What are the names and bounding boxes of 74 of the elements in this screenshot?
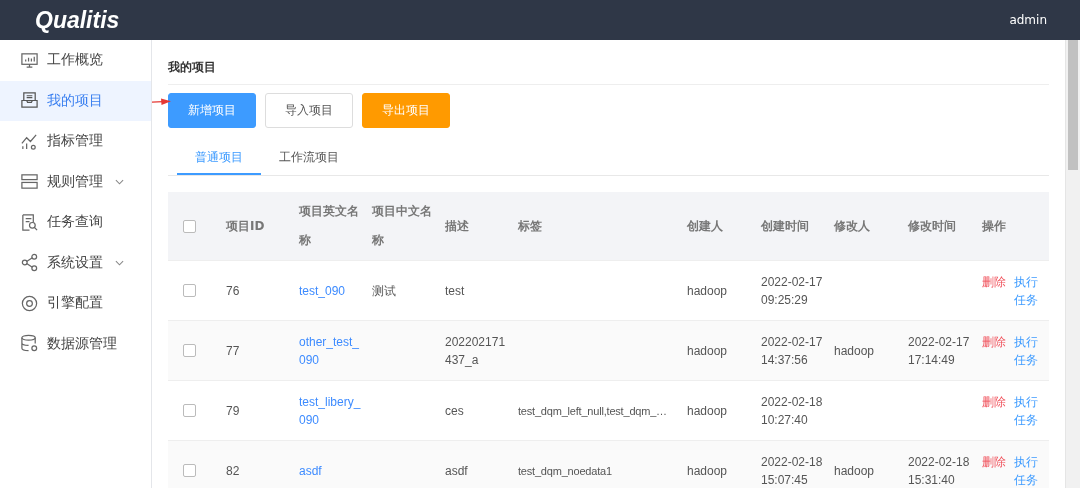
table-cell-text: 2022-02-17 09:25:29 bbox=[761, 273, 824, 309]
column-header: 操作 bbox=[982, 217, 1006, 235]
table-cell-text: 2022-02-17 17:14:49 bbox=[908, 333, 971, 369]
project-link[interactable]: asdf bbox=[299, 461, 322, 480]
table-cell-text: ces bbox=[445, 402, 464, 420]
project-button[interactable]: 导出项目 bbox=[362, 93, 450, 128]
engine-icon bbox=[20, 293, 39, 313]
table-cell-text: hadoop bbox=[687, 462, 728, 480]
checkbox[interactable] bbox=[183, 219, 196, 233]
delete-link[interactable]: 删除 bbox=[982, 392, 1006, 411]
table-cell-text: hadoop bbox=[687, 342, 728, 360]
sidebar-item[interactable]: 任务查询 bbox=[0, 202, 151, 243]
checkbox[interactable] bbox=[183, 344, 196, 357]
delete-link[interactable]: 删除 bbox=[982, 332, 1006, 351]
checkbox[interactable] bbox=[183, 284, 196, 297]
page-title: 我的项目 bbox=[168, 40, 1049, 85]
table-cell-text: 测试 bbox=[372, 282, 396, 300]
sidebar-item[interactable]: 我的项目 bbox=[0, 80, 151, 121]
table-cell-text: 77 bbox=[226, 342, 240, 360]
sidebar-item[interactable]: 指标管理 bbox=[0, 121, 151, 162]
table-cell-text: 202202171437_a bbox=[445, 333, 507, 369]
project-link[interactable]: test_090 bbox=[299, 281, 346, 300]
sidebar-item[interactable]: 系统设置 bbox=[0, 242, 151, 283]
sidebar-item[interactable]: 工作概览 bbox=[0, 40, 151, 81]
column-header: 标签 bbox=[518, 217, 542, 235]
table-cell-text: hadoop bbox=[687, 282, 728, 300]
share-icon bbox=[20, 253, 39, 273]
search-icon bbox=[20, 212, 39, 232]
table-cell-text: 82 bbox=[226, 462, 240, 480]
list-icon bbox=[20, 172, 39, 192]
checkbox[interactable] bbox=[183, 404, 196, 417]
column-header: 创建人 bbox=[687, 217, 723, 235]
sidebar-item[interactable]: 数据源管理 bbox=[0, 323, 151, 364]
table-cell-text: hadoop bbox=[687, 402, 728, 420]
project-link[interactable]: other_test_090 bbox=[299, 332, 365, 369]
delete-link[interactable]: 删除 bbox=[982, 452, 1006, 471]
column-header: 项目英文名称 bbox=[299, 203, 360, 249]
scrollbar[interactable] bbox=[1065, 40, 1080, 488]
logo: Qualitis bbox=[35, 6, 120, 34]
table-cell-text: 2022-02-18 15:07:45 bbox=[761, 453, 824, 488]
column-header: 修改人 bbox=[834, 217, 870, 235]
table-cell-text: 79 bbox=[226, 402, 240, 420]
run-task-link[interactable]: 执行任务 bbox=[1014, 272, 1040, 309]
inbox-icon bbox=[20, 91, 39, 111]
delete-link[interactable]: 删除 bbox=[982, 272, 1006, 291]
database-icon bbox=[20, 334, 39, 354]
table-cell-text: asdf bbox=[445, 462, 468, 480]
add-project-button[interactable]: 新增项目 bbox=[168, 93, 256, 128]
user-name[interactable]: admin bbox=[1009, 13, 1047, 27]
column-header: 创建时间 bbox=[761, 217, 809, 235]
project-link[interactable]: test_libery_090 bbox=[299, 392, 365, 429]
column-header: 修改时间 bbox=[908, 217, 956, 235]
run-task-link[interactable]: 执行任务 bbox=[1014, 452, 1040, 488]
tab[interactable]: 工作流项目 bbox=[261, 144, 357, 175]
monitor-icon bbox=[20, 50, 39, 70]
column-header: 项目中文名称 bbox=[372, 203, 433, 249]
project-button[interactable]: 导入项目 bbox=[265, 93, 353, 128]
table-cell-text: 2022-02-18 10:27:40 bbox=[761, 393, 824, 429]
run-task-link[interactable]: 执行任务 bbox=[1014, 332, 1040, 369]
run-task-link[interactable]: 执行任务 bbox=[1014, 392, 1040, 429]
table-cell-text: test bbox=[445, 282, 465, 300]
tab[interactable]: 普通项目 bbox=[177, 144, 261, 175]
table-cell-text: test_dqm_left_null,test_dqm_… bbox=[518, 403, 667, 419]
sidebar-item[interactable]: 引擎配置 bbox=[0, 283, 151, 324]
table-cell-text: hadoop bbox=[834, 342, 875, 360]
checkbox[interactable] bbox=[183, 464, 196, 477]
table-cell-text: 76 bbox=[226, 282, 240, 300]
table-cell-text: test_dqm_noedata1 bbox=[518, 463, 612, 479]
table-cell-text: 2022-02-17 14:37:56 bbox=[761, 333, 824, 369]
column-header: 描述 bbox=[445, 217, 469, 235]
table-cell-text: hadoop bbox=[834, 462, 875, 480]
column-header: 项目ID bbox=[226, 217, 265, 235]
sidebar-item[interactable]: 规则管理 bbox=[0, 161, 151, 202]
table-cell-text: 2022-02-18 15:31:40 bbox=[908, 453, 971, 488]
